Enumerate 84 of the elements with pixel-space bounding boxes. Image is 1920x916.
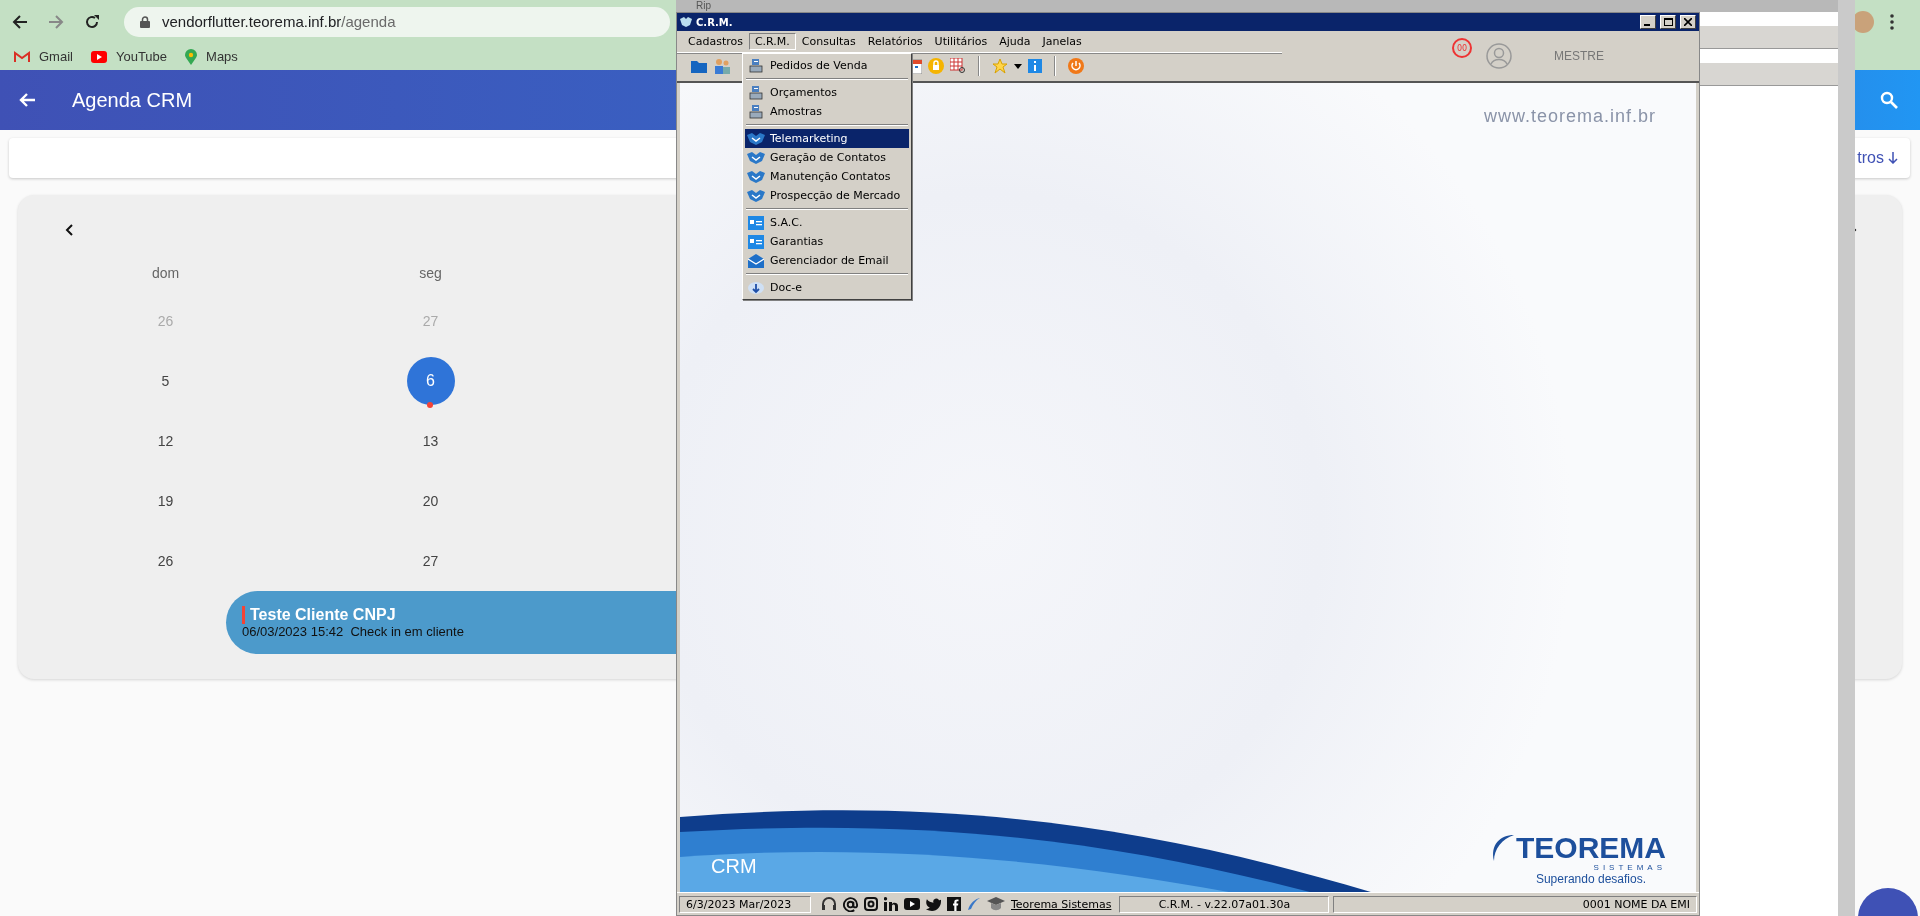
info-icon[interactable]: [1028, 59, 1042, 73]
menu-item[interactable]: Janelas: [1036, 33, 1088, 50]
logo-slogan: Superando desafios.: [1535, 872, 1646, 886]
map-pin-icon: [185, 48, 198, 65]
feather-icon[interactable]: [967, 897, 981, 911]
calendar-day[interactable]: 27: [406, 537, 455, 585]
event-title: Teste Cliente CNPJ: [242, 606, 396, 624]
menu-item[interactable]: Ajuda: [993, 33, 1037, 50]
table-search-icon[interactable]: [950, 58, 966, 74]
envelope-icon: [748, 253, 764, 268]
facebook-icon[interactable]: [947, 897, 961, 911]
power-icon[interactable]: [1068, 58, 1084, 74]
id-card-icon: [748, 215, 764, 230]
menu-option[interactable]: Doc-e: [745, 278, 909, 297]
id-card-icon: [748, 234, 764, 249]
bookmark-link[interactable]: Gmail: [14, 49, 73, 64]
menu-option[interactable]: Telemarketing: [745, 129, 909, 148]
play-icon: [90, 50, 107, 63]
at-sign-icon[interactable]: [843, 896, 858, 912]
menu-item[interactable]: Relatórios: [861, 33, 929, 50]
reload-icon[interactable]: [84, 13, 100, 30]
menu-option[interactable]: Orçamentos: [745, 83, 909, 102]
page-title: Agenda CRM: [72, 88, 193, 112]
version-text: C.R.M. - v.22.07a01.30a: [1119, 895, 1330, 913]
down-arrow-icon: [1888, 152, 1898, 164]
back-icon[interactable]: [12, 13, 28, 30]
calendar-day[interactable]: 26: [141, 537, 190, 585]
bookmark-link[interactable]: Maps: [185, 48, 238, 65]
weekday-label: seg: [418, 265, 443, 281]
status-date: 6/3/2023 Mar/2023: [679, 895, 811, 913]
menu-option[interactable]: S.A.C.: [745, 213, 909, 232]
website-text: www.teorema.inf.br: [1483, 106, 1656, 127]
calendar-day[interactable]: 19: [141, 477, 190, 525]
bird-icon[interactable]: [926, 897, 941, 911]
calendar-day[interactable]: 20: [406, 477, 455, 525]
window-title: C.R.M.: [696, 16, 733, 28]
play-icon[interactable]: [904, 898, 920, 910]
menu-option[interactable]: Gerenciador de Email: [745, 251, 909, 270]
menu-option[interactable]: Garantias: [745, 232, 909, 251]
camera-icon[interactable]: [864, 897, 878, 911]
minimize-button[interactable]: [1640, 15, 1656, 29]
folder-icon[interactable]: [691, 59, 707, 73]
website-link[interactable]: Teorema Sistemas: [1011, 897, 1112, 911]
address-bar[interactable]: vendorflutter.teorema.inf.br/agenda: [124, 6, 670, 37]
maximize-icon: [1663, 18, 1673, 26]
logo-text: TEOREMA: [1516, 833, 1666, 863]
user-name: MESTRE: [1554, 49, 1604, 63]
linkedin-icon[interactable]: [884, 897, 898, 911]
menu-item[interactable]: Cadastros: [682, 33, 749, 50]
menu-option[interactable]: Geração de Contatos: [745, 148, 909, 167]
graduation-cap-icon[interactable]: [987, 896, 1005, 912]
event-details: 06/03/2023 15:42 Check in em cliente: [242, 624, 465, 639]
more-icon[interactable]: [1890, 13, 1894, 30]
filter-button[interactable]: tros: [1857, 149, 1902, 167]
app-icon: [680, 17, 692, 27]
menu-option[interactable]: Amostras: [745, 102, 909, 121]
previous-icon[interactable]: [65, 224, 73, 236]
weekday-label: dom: [150, 265, 181, 281]
people-icon[interactable]: [713, 58, 731, 74]
calendar-day[interactable]: 12: [141, 417, 190, 465]
menu-option[interactable]: Manutenção Contatos: [745, 167, 909, 186]
company-text: 0001 NOME DA EMI: [1333, 895, 1697, 913]
download-icon: [748, 280, 764, 295]
search-icon[interactable]: [1880, 91, 1898, 109]
logo-subtitle: SISTEMAS: [1593, 863, 1666, 872]
mail-icon: [14, 50, 30, 63]
calendar-day[interactable]: 5: [141, 357, 190, 405]
star-icon[interactable]: [992, 58, 1008, 74]
menu-item[interactable]: Utilitários: [928, 33, 994, 50]
menu-item[interactable]: Consultas: [795, 33, 862, 50]
menu-item[interactable]: C.R.M.: [748, 33, 796, 50]
menu-option[interactable]: Prospecção de Mercado: [745, 186, 909, 205]
banner-title: CRM: [711, 855, 757, 878]
calendar-day[interactable]: 6: [406, 357, 455, 405]
headset-icon[interactable]: [821, 896, 837, 912]
event-card[interactable]: Teste Cliente CNPJ 06/03/2023 15:42 Check in em cliente: [226, 591, 676, 654]
menu-option[interactable]: Pedidos de Venda: [745, 56, 909, 75]
window-title: Rip: [676, 0, 1838, 12]
maximize-button[interactable]: [1660, 15, 1676, 29]
calendar-day[interactable]: 13: [406, 417, 455, 465]
close-button[interactable]: [1680, 15, 1696, 29]
lock-icon: [140, 15, 150, 28]
close-icon: [1684, 18, 1692, 26]
bookmark-link[interactable]: YouTube: [90, 49, 168, 64]
